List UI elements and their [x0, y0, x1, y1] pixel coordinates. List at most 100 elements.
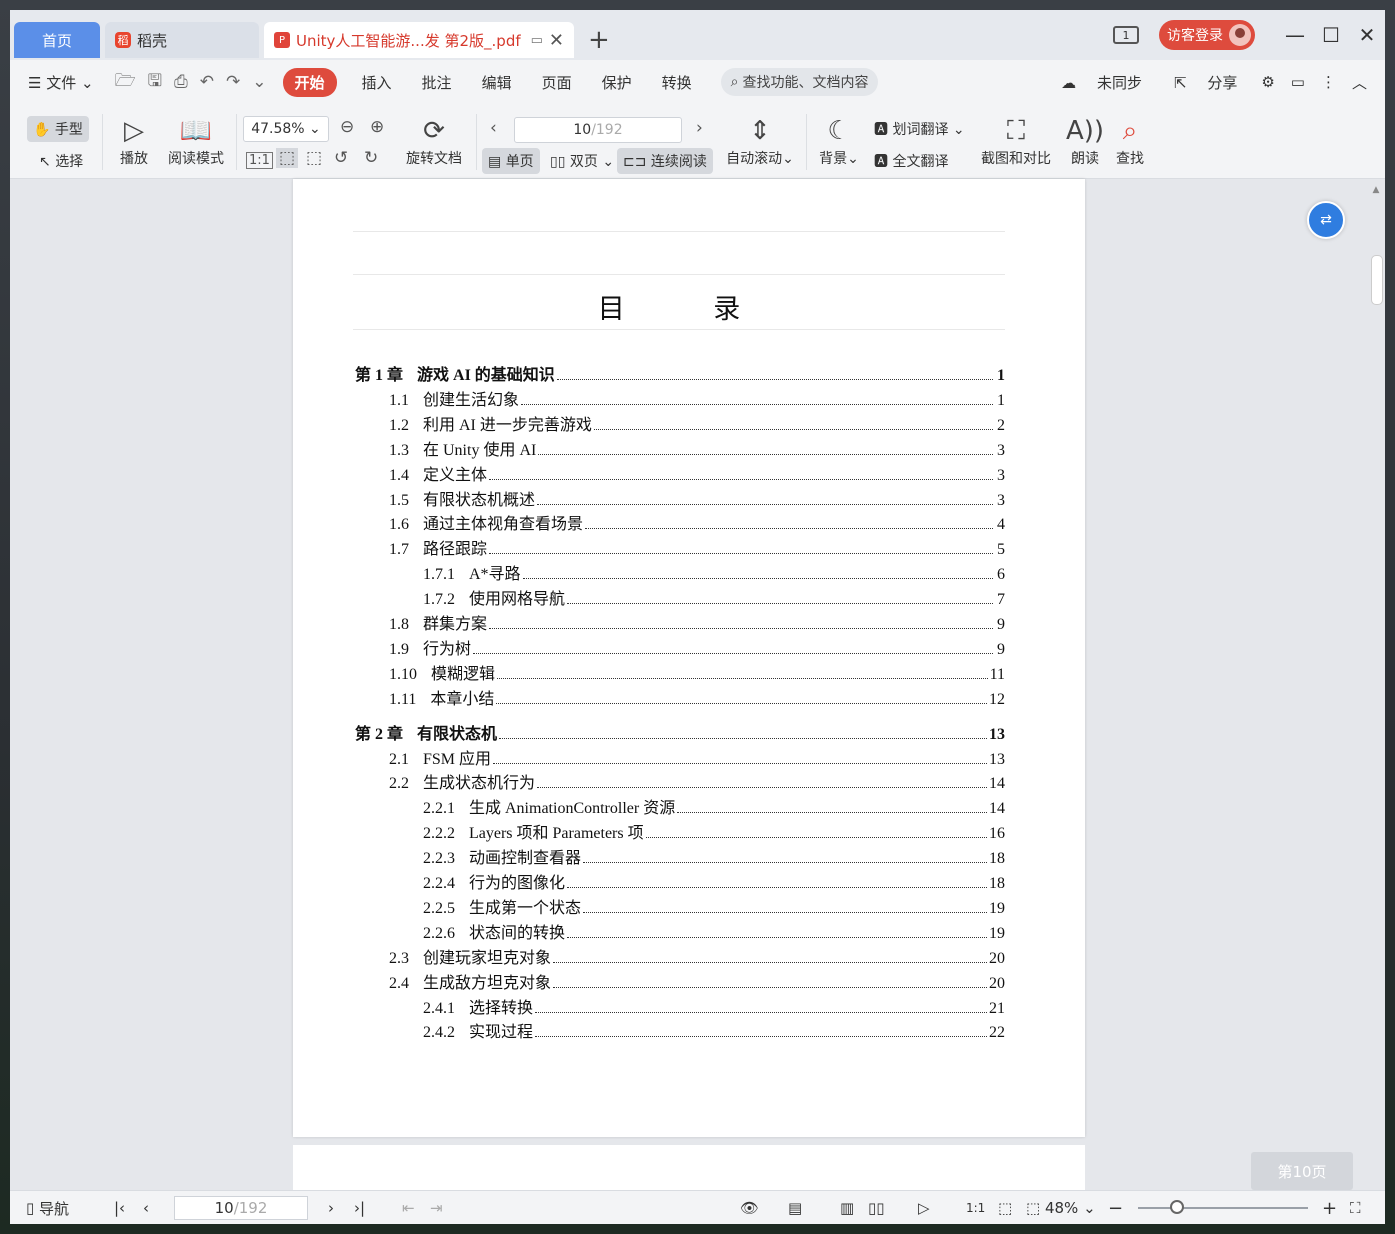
toc-section-row[interactable]: 1.7.2 使用网格导航 7 [355, 585, 1005, 609]
minimize-button[interactable]: — [1277, 23, 1313, 47]
toc-section-row[interactable]: 2.2 生成状态机行为 14 [355, 769, 1005, 793]
toc-section-row[interactable]: 2.2.5 生成第一个状态 19 [355, 894, 1005, 918]
zoom-in-icon[interactable]: ⊕ [370, 117, 384, 137]
menu-convert[interactable]: 转换 [662, 72, 692, 93]
zoom-slider-handle[interactable] [1170, 1200, 1184, 1214]
toc-section-row[interactable]: 2.4.2 实现过程 22 [355, 1018, 1005, 1042]
zoom-select[interactable]: 47.58% ⌄ [243, 116, 329, 142]
continuous-view-icon[interactable]: ▤ [788, 1191, 802, 1224]
prev-page-icon[interactable]: ‹ [143, 1191, 149, 1224]
login-button[interactable]: 访客登录 [1159, 20, 1255, 50]
rotate-right-icon[interactable]: ↻ [364, 148, 378, 168]
toc-section-row[interactable]: 1.11 本章小结 12 [355, 685, 1005, 709]
menu-protect[interactable]: 保护 [602, 72, 632, 93]
next-page-icon[interactable]: › [328, 1191, 334, 1224]
scroll-up-icon[interactable]: ▲ [1369, 185, 1383, 195]
toc-section-row[interactable]: 2.1 FSM 应用 13 [355, 745, 1005, 769]
first-page-icon[interactable]: |‹ [114, 1191, 125, 1224]
toc-section-row[interactable]: 2.4 生成敌方坦克对象 20 [355, 969, 1005, 993]
toc-section-row[interactable]: 1.10 模糊逻辑 11 [355, 660, 1005, 684]
new-tab-button[interactable]: + [588, 26, 610, 54]
toc-section-row[interactable]: 1.2 利用 AI 进一步完善游戏 2 [355, 411, 1005, 435]
menu-annotate[interactable]: 批注 [422, 72, 452, 93]
toc-section-row[interactable]: 1.9 行为树 9 [355, 635, 1005, 659]
play-icon[interactable]: ▷ [918, 1191, 930, 1224]
toc-section-row[interactable]: 2.3 创建玩家坦克对象 20 [355, 944, 1005, 968]
toc-section-row[interactable]: 2.2.4 行为的图像化 18 [355, 869, 1005, 893]
full-translate-button[interactable]: 🅰 全文翻译 [868, 148, 954, 174]
sync-status[interactable]: ☁ 未同步 [1053, 72, 1150, 93]
toc-section-row[interactable]: 1.4 定义主体 3 [355, 461, 1005, 485]
document-workspace[interactable]: 目 录 第 1 章游戏 AI 的基础知识 1 1.1 创建生活幻象 1 1.2 利用 AI … [10, 179, 1385, 1205]
rotate-left-icon[interactable]: ↺ [334, 148, 348, 168]
next-page-icon[interactable]: › [696, 118, 703, 138]
forward-icon[interactable]: ⇥ [430, 1191, 443, 1224]
file-menu[interactable]: ☰ 文件 ⌄ [28, 72, 94, 93]
print-icon[interactable]: ⎙ [174, 72, 188, 92]
single-page-button[interactable]: ▤ 单页 [482, 148, 540, 174]
toc-section-row[interactable]: 2.2.2 Layers 项和 Parameters 项 16 [355, 819, 1005, 843]
actual-size-icon[interactable]: 1:1 [246, 152, 273, 169]
toc-section-row[interactable]: 1.7.1 A*寻路 6 [355, 560, 1005, 584]
continuous-read-button[interactable]: ⊏⊐ 连续阅读 [617, 148, 713, 174]
toc-section-row[interactable]: 2.2.1 生成 AnimationController 资源 14 [355, 794, 1005, 818]
navigation-toggle[interactable]: ▯ 导航 [26, 1191, 69, 1224]
background-button[interactable]: ☾ 背景⌄ [816, 114, 862, 168]
prev-page-icon[interactable]: ‹ [490, 118, 497, 138]
close-tab-icon[interactable]: ✕ [549, 30, 564, 51]
more-icon[interactable]: ⋮ [1321, 73, 1336, 91]
toc-section-row[interactable]: 2.2.6 状态间的转换 19 [355, 919, 1005, 943]
undo-icon[interactable]: ↶ [200, 72, 214, 92]
actual-size-icon[interactable]: 1:1 [966, 1191, 985, 1224]
maximize-button[interactable]: ☐ [1313, 23, 1349, 47]
save-icon[interactable]: 🖫 [148, 68, 162, 97]
zoom-out-icon[interactable]: ⊖ [340, 117, 354, 137]
toc-section-row[interactable]: 1.1 创建生活幻象 1 [355, 386, 1005, 410]
toc-chapter-row[interactable]: 第 2 章有限状态机 13 [355, 720, 1005, 744]
comment-icon[interactable]: ▭ [1291, 73, 1305, 91]
single-view-icon[interactable]: ▥ [840, 1191, 854, 1224]
zoom-out-button[interactable]: − [1108, 1191, 1123, 1224]
tab-daoke[interactable]: 稻 稻壳 [105, 22, 259, 58]
double-view-icon[interactable]: ▯▯ [868, 1191, 885, 1224]
menu-insert[interactable]: 插入 [362, 72, 392, 93]
zoom-slider[interactable] [1138, 1207, 1308, 1209]
menu-edit[interactable]: 编辑 [482, 72, 512, 93]
feature-search[interactable]: ⌕ 查找功能、文档内容 [720, 68, 879, 96]
more-quick-icon[interactable]: ⌄ [252, 72, 266, 92]
select-tool[interactable]: ↖ 选择 [33, 148, 89, 174]
play-button[interactable]: ▷ 播放 [114, 114, 154, 168]
menu-start[interactable]: 开始 [282, 67, 337, 97]
floating-tool-button[interactable]: ⇄ [1307, 201, 1345, 239]
double-page-button[interactable]: ▯▯ 双页 ⌄ [544, 148, 620, 174]
page-number-input[interactable]: 10/192 [514, 117, 682, 143]
zoom-dropdown[interactable]: ⬚ 48% ⌄ [1026, 1191, 1096, 1224]
toc-chapter-row[interactable]: 第 1 章游戏 AI 的基础知识 1 [355, 361, 1005, 385]
menu-page[interactable]: 页面 [542, 72, 572, 93]
share-button[interactable]: ⇱ 分享 [1166, 72, 1245, 93]
fullscreen-icon[interactable]: ⛶ [1350, 1191, 1361, 1224]
read-mode-button[interactable]: 📖 阅读模式 [164, 114, 228, 168]
collapse-ribbon-icon[interactable]: ︿ [1352, 72, 1367, 93]
toc-section-row[interactable]: 1.8 群集方案 9 [355, 610, 1005, 634]
toc-section-row[interactable]: 2.2.3 动画控制查看器 18 [355, 844, 1005, 868]
back-icon[interactable]: ⇤ [402, 1191, 415, 1224]
page-count-icon[interactable]: 1 [1113, 26, 1139, 44]
scrollbar-thumb[interactable] [1371, 255, 1383, 305]
redo-icon[interactable]: ↷ [226, 72, 240, 92]
tab-document[interactable]: P Unity人工智能游...发 第2版_.pdf ▭ ✕ [264, 22, 574, 58]
fit-page-icon[interactable]: ⬚ [276, 148, 299, 168]
gear-icon[interactable]: ⚙ [1261, 73, 1274, 91]
rotate-document-button[interactable]: ⟳ 旋转文档 [402, 114, 466, 168]
word-translate-button[interactable]: 🅰 划词翻译 ⌄ [868, 116, 971, 142]
hand-tool[interactable]: ✋ 手型 [27, 116, 89, 142]
screenshot-compare-button[interactable]: ⛶ 截图和对比 [976, 114, 1056, 168]
toc-section-row[interactable]: 2.4.1 选择转换 21 [355, 994, 1005, 1018]
toc-section-row[interactable]: 1.6 通过主体视角查看场景 4 [355, 510, 1005, 534]
close-window-button[interactable]: ✕ [1349, 23, 1385, 47]
open-folder-icon[interactable]: 🗁 [115, 68, 136, 97]
fit-page-icon[interactable]: ⬚ [998, 1191, 1012, 1224]
auto-scroll-button[interactable]: ⇕ 自动滚动⌄ [722, 114, 798, 168]
zoom-in-button[interactable]: + [1322, 1191, 1337, 1224]
read-aloud-button[interactable]: A)) 朗读 [1065, 114, 1105, 168]
